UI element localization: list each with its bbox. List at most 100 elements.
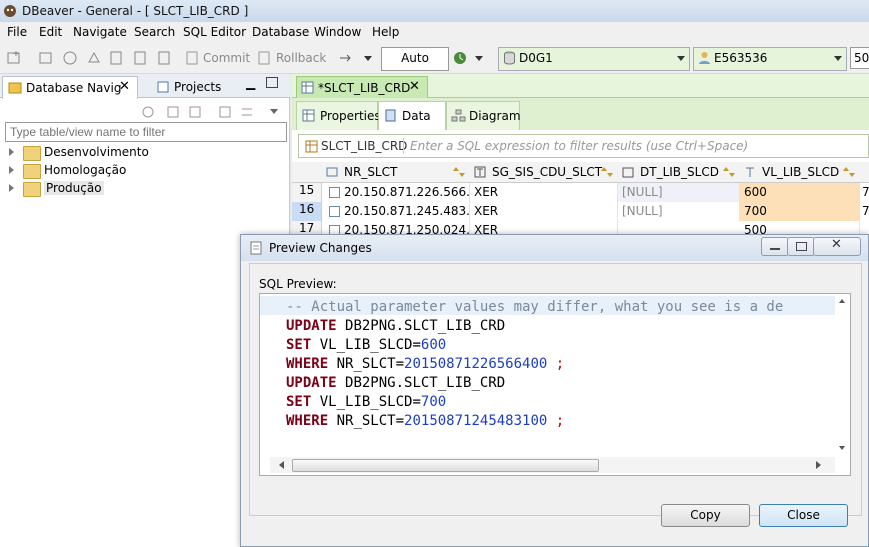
tree-item-producao[interactable]: Produção	[6, 180, 206, 198]
menu-sql-editor[interactable]: SQL Editor	[183, 25, 246, 39]
scroll-thumb[interactable]	[292, 459, 599, 472]
invalidate-icon[interactable]	[86, 50, 102, 66]
transaction-mode-icon[interactable]	[338, 50, 354, 66]
schema-selector[interactable]: E563536	[693, 47, 847, 71]
copy-button[interactable]: Copy	[661, 504, 750, 527]
expand-icon[interactable]	[9, 148, 14, 156]
menu-database[interactable]: Database	[252, 25, 309, 39]
commit-button[interactable]: Commit	[203, 51, 250, 65]
menu-edit[interactable]: Edit	[39, 25, 62, 39]
chevron-down-icon[interactable]	[475, 56, 483, 61]
sql-expression: NR_SLCT=	[336, 356, 405, 372]
table-cell[interactable]: [NULL]	[618, 202, 740, 221]
menu-navigate[interactable]: Navigate	[73, 25, 127, 39]
connect-icon[interactable]	[38, 50, 54, 66]
sql-preview-text-area[interactable]: -- Actual parameter values may differ, w…	[259, 293, 851, 476]
minimize-icon[interactable]: ▁	[246, 76, 255, 90]
scroll-down-icon[interactable]	[839, 446, 845, 450]
rollback-button[interactable]: Rollback	[276, 51, 326, 65]
table-cell-modified[interactable]: 600	[740, 183, 860, 202]
row-number[interactable]: 16	[292, 202, 322, 221]
table-cell[interactable]: 20.150.871.245.483.101	[322, 202, 470, 221]
table-cell[interactable]: 20.150.871.226.566.398	[322, 183, 470, 202]
connection-selector[interactable]: D0G1	[498, 47, 690, 71]
dialog-title-bar: Preview Changes ✕	[241, 235, 868, 261]
sql-console-icon[interactable]	[156, 50, 172, 66]
table-cell[interactable]: 7	[860, 183, 869, 202]
date-column-icon	[622, 167, 634, 178]
sort-icon[interactable]	[452, 166, 466, 178]
dbeaver-icon	[4, 5, 16, 17]
data-icon	[385, 109, 396, 122]
table-cell[interactable]: [NULL]	[618, 183, 740, 202]
table-cell[interactable]: XER	[470, 202, 618, 221]
scroll-up-icon[interactable]	[839, 299, 845, 303]
close-icon[interactable]: ✕	[119, 79, 130, 94]
tab-slct-lib-crd[interactable]: *SLCT_LIB_CRD ✕	[296, 76, 428, 99]
tab-projects[interactable]: Projects	[152, 76, 222, 98]
column-header-vl-lib-slcd[interactable]: VL_LIB_SLCD	[740, 162, 861, 183]
sql-table: DB2PNG.SLCT_LIB_CRD	[345, 375, 506, 391]
table-cell-modified[interactable]: 700	[740, 202, 860, 221]
result-limit-field[interactable]: 500	[850, 47, 869, 69]
link-icon	[329, 187, 340, 198]
navigator-filter-input[interactable]	[5, 122, 287, 142]
history-icon[interactable]	[452, 50, 468, 66]
maximize-icon[interactable]	[266, 77, 278, 88]
sql-script-icon[interactable]	[132, 50, 148, 66]
column-label: SG_SIS_CDU_SLCT	[492, 165, 603, 179]
filter-expression-input[interactable]: Enter a SQL expression to filter results…	[410, 139, 748, 153]
auto-commit-button[interactable]: Auto	[381, 47, 449, 71]
tree-item-desenvolvimento[interactable]: Desenvolvimento	[6, 144, 206, 162]
sort-icon[interactable]	[842, 166, 856, 178]
column-header-dt-lib-slcd[interactable]: DT_LIB_SLCD	[618, 162, 741, 183]
rollback-icon[interactable]	[256, 50, 272, 66]
tab-data[interactable]: Data	[378, 101, 446, 130]
menu-search[interactable]: Search	[134, 25, 175, 39]
tree-item-homologacao[interactable]: Homologação	[6, 162, 206, 180]
horizontal-scrollbar[interactable]	[270, 457, 835, 473]
disconnect-icon[interactable]	[62, 50, 78, 66]
title-bar: DBeaver - General - [ SLCT_LIB_CRD ]	[0, 0, 869, 22]
scroll-left-icon[interactable]	[279, 461, 284, 469]
subtab-label: Data	[402, 109, 431, 123]
column-header-overflow	[860, 162, 869, 183]
sql-expression: VL_LIB_SLCD=	[319, 394, 421, 410]
sql-terminator: ;	[555, 356, 565, 372]
expand-icon[interactable]	[9, 184, 14, 192]
navigator-toolbar-icons[interactable]	[140, 104, 280, 120]
sort-icon[interactable]	[722, 166, 736, 178]
menu-file[interactable]: File	[7, 25, 27, 39]
tab-diagram[interactable]: Diagram	[446, 101, 521, 130]
maximize-button[interactable]	[787, 237, 815, 256]
new-connection-icon[interactable]	[6, 50, 22, 66]
commit-icon[interactable]	[184, 50, 200, 66]
filter-divider	[403, 138, 404, 154]
column-header-sg-sis-cdu-slct[interactable]: SG_SIS_CDU_SLCT	[470, 162, 619, 183]
table-cell[interactable]: 7	[860, 202, 869, 221]
sql-editor-icon[interactable]	[108, 50, 124, 66]
expand-icon[interactable]	[9, 166, 14, 174]
column-header-nr-slct[interactable]: NR_SLCT	[322, 162, 471, 183]
subtab-label: Properties	[320, 109, 381, 123]
column-label: DT_LIB_SLCD	[640, 165, 719, 179]
close-dialog-button[interactable]: Close	[759, 504, 848, 527]
tab-database-navigator[interactable]: Database Navig ✕	[2, 76, 138, 99]
table-cell[interactable]: XER	[470, 183, 618, 202]
chevron-down-icon[interactable]	[364, 56, 372, 61]
sql-number: 700	[420, 394, 447, 410]
sql-number: 600	[420, 337, 447, 353]
window-title: DBeaver - General - [ SLCT_LIB_CRD ]	[22, 4, 249, 18]
close-button[interactable]: ✕	[813, 237, 861, 256]
vertical-scrollbar[interactable]	[835, 294, 850, 457]
minimize-button[interactable]	[761, 237, 789, 256]
close-icon[interactable]: ✕	[409, 79, 420, 94]
sql-expression: NR_SLCT=	[336, 413, 405, 429]
scroll-right-icon[interactable]	[816, 461, 821, 469]
menu-help[interactable]: Help	[372, 25, 399, 39]
properties-icon	[302, 109, 315, 122]
row-number[interactable]: 15	[292, 183, 322, 202]
menu-window[interactable]: Window	[314, 25, 361, 39]
sort-icon[interactable]	[600, 166, 614, 178]
tab-properties[interactable]: Properties	[296, 101, 381, 130]
